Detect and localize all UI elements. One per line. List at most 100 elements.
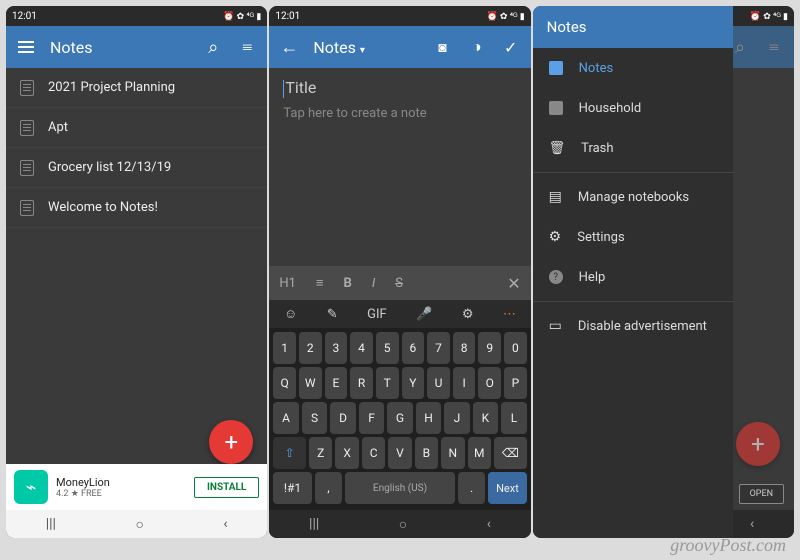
close-format-icon[interactable]: ✕ bbox=[507, 274, 520, 293]
nav-back[interactable]: ‹ bbox=[223, 516, 227, 532]
key[interactable]: D bbox=[330, 402, 355, 434]
phone-2-note-editor: 12:01 ⏰ ✿ ⁴ᴳ ▮ Notes Title Tap here to c… bbox=[269, 6, 530, 538]
key[interactable]: 8 bbox=[453, 332, 476, 364]
drawer-item-settings[interactable]: Settings bbox=[533, 217, 733, 257]
nav-recent[interactable]: ||| bbox=[46, 516, 56, 532]
palette-icon[interactable] bbox=[467, 37, 487, 57]
key[interactable]: 2 bbox=[299, 332, 322, 364]
key[interactable]: G bbox=[387, 402, 412, 434]
kbd-sticker-icon[interactable]: ✎ bbox=[327, 307, 338, 322]
key[interactable]: J bbox=[444, 402, 469, 434]
format-italic[interactable]: I bbox=[372, 276, 375, 291]
open-button[interactable]: OPEN bbox=[739, 484, 784, 504]
drawer-item-manage[interactable]: Manage notebooks bbox=[533, 177, 733, 217]
key[interactable]: 3 bbox=[325, 332, 348, 364]
status-time: 12:01 bbox=[12, 11, 37, 22]
nav-home[interactable]: ○ bbox=[399, 516, 407, 533]
key[interactable]: ⌫ bbox=[494, 437, 527, 469]
nav-recent[interactable]: ||| bbox=[309, 516, 319, 532]
key[interactable]: H bbox=[416, 402, 441, 434]
note-title: Welcome to Notes! bbox=[48, 200, 158, 215]
ad-app-name: MoneyLion bbox=[56, 476, 110, 489]
key[interactable]: 1 bbox=[273, 332, 296, 364]
format-list-icon[interactable]: ≡ bbox=[316, 275, 324, 291]
key[interactable]: V bbox=[388, 437, 411, 469]
key[interactable]: 7 bbox=[427, 332, 450, 364]
kbd-mic-icon[interactable]: 🎤 bbox=[416, 307, 432, 322]
key[interactable]: Z bbox=[309, 437, 332, 469]
key[interactable]: 0 bbox=[504, 332, 527, 364]
key[interactable]: N bbox=[441, 437, 464, 469]
keyboard: 1234567890 QWERTYUIOP ASDFGHJKL ⇧ZXCVBNM… bbox=[269, 328, 530, 510]
kbd-row-num: 1234567890 bbox=[273, 332, 526, 364]
kbd-settings-icon[interactable]: ⚙ bbox=[462, 307, 474, 322]
key[interactable]: I bbox=[453, 367, 476, 399]
menu-icon[interactable] bbox=[16, 37, 36, 57]
drawer-item-help[interactable]: Help bbox=[533, 257, 733, 297]
notes-list: 2021 Project Planning Apt Grocery list 1… bbox=[6, 68, 267, 538]
back-icon[interactable] bbox=[279, 37, 299, 57]
format-bold[interactable]: B bbox=[344, 276, 352, 291]
key[interactable]: ⇧ bbox=[273, 437, 306, 469]
key[interactable]: English (US) bbox=[345, 472, 455, 504]
nav-bar: ||| ○ ‹ bbox=[6, 510, 267, 538]
save-icon[interactable] bbox=[501, 37, 521, 57]
key[interactable]: C bbox=[362, 437, 385, 469]
ad-install-button[interactable]: INSTALL bbox=[194, 477, 259, 498]
ad-banner[interactable]: ⌁ MoneyLion 4.2 ★ FREE INSTALL bbox=[6, 464, 267, 510]
key[interactable]: U bbox=[427, 367, 450, 399]
key[interactable]: O bbox=[478, 367, 501, 399]
format-h1[interactable]: H1 bbox=[279, 276, 296, 291]
key[interactable]: 9 bbox=[478, 332, 501, 364]
key[interactable]: Y bbox=[402, 367, 425, 399]
note-row[interactable]: 2021 Project Planning bbox=[6, 68, 267, 108]
add-note-fab[interactable]: + bbox=[209, 420, 253, 464]
drawer-header: Notes bbox=[533, 6, 733, 48]
key[interactable]: !#1 bbox=[273, 472, 311, 504]
nav-back[interactable]: ‹ bbox=[487, 516, 491, 532]
key[interactable]: Q bbox=[273, 367, 296, 399]
key[interactable]: B bbox=[415, 437, 438, 469]
key[interactable]: . bbox=[458, 472, 485, 504]
key[interactable]: A bbox=[273, 402, 298, 434]
key[interactable]: 5 bbox=[376, 332, 399, 364]
key[interactable]: W bbox=[299, 367, 322, 399]
sort-icon[interactable] bbox=[237, 37, 257, 57]
key[interactable]: Next bbox=[488, 472, 526, 504]
key[interactable]: 4 bbox=[350, 332, 373, 364]
drawer-item-household[interactable]: Household bbox=[533, 88, 733, 128]
key[interactable]: S bbox=[302, 402, 327, 434]
title-input[interactable]: Title bbox=[283, 78, 516, 98]
key[interactable]: T bbox=[376, 367, 399, 399]
camera-icon[interactable] bbox=[433, 37, 453, 57]
book-icon bbox=[549, 189, 562, 205]
key[interactable]: K bbox=[473, 402, 498, 434]
app-title[interactable]: Notes bbox=[313, 38, 418, 57]
kbd-more-icon[interactable]: ⋯ bbox=[503, 307, 516, 322]
key[interactable]: E bbox=[325, 367, 348, 399]
kbd-emoji-icon[interactable]: ☺ bbox=[284, 306, 297, 322]
drawer-item-disable-ads[interactable]: Disable advertisement bbox=[533, 306, 733, 346]
app-title: Notes bbox=[50, 38, 189, 57]
key[interactable]: F bbox=[359, 402, 384, 434]
note-body-input[interactable]: Tap here to create a note bbox=[283, 106, 516, 121]
format-strike[interactable]: S bbox=[395, 276, 403, 291]
key[interactable]: P bbox=[504, 367, 527, 399]
drawer-item-notes[interactable]: Notes bbox=[533, 48, 733, 88]
help-icon bbox=[549, 270, 563, 284]
key[interactable]: L bbox=[501, 402, 526, 434]
status-icons: ⏰ ✿ ⁴ᴳ ▮ bbox=[750, 11, 788, 22]
drawer-item-trash[interactable]: Trash bbox=[533, 128, 733, 168]
note-row[interactable]: Grocery list 12/13/19 bbox=[6, 148, 267, 188]
note-row[interactable]: Apt bbox=[6, 108, 267, 148]
nav-back[interactable]: ‹ bbox=[750, 516, 754, 532]
kbd-gif-icon[interactable]: GIF bbox=[367, 307, 387, 322]
key[interactable]: X bbox=[335, 437, 358, 469]
key[interactable]: R bbox=[350, 367, 373, 399]
search-icon[interactable] bbox=[203, 37, 223, 57]
nav-home[interactable]: ○ bbox=[135, 516, 143, 533]
key[interactable]: 6 bbox=[402, 332, 425, 364]
note-row[interactable]: Welcome to Notes! bbox=[6, 188, 267, 228]
key[interactable]: M bbox=[468, 437, 491, 469]
key[interactable]: , bbox=[315, 472, 342, 504]
